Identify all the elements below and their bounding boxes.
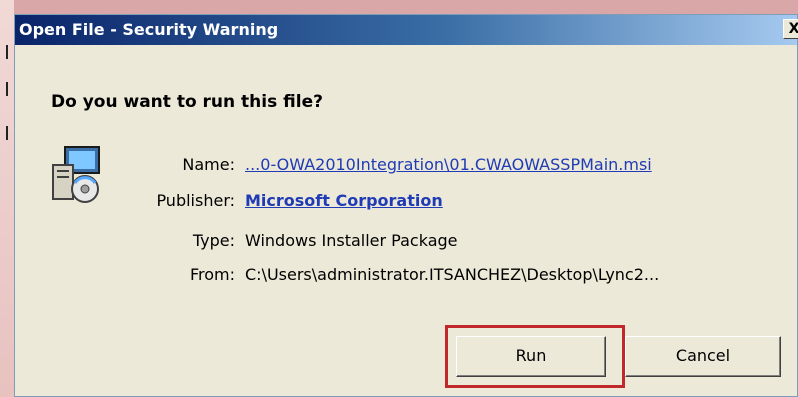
type-value: Windows Installer Package bbox=[245, 231, 458, 250]
run-button[interactable]: Run bbox=[456, 336, 606, 377]
prompt-question: Do you want to run this file? bbox=[51, 92, 323, 112]
from-value: C:\Users\administrator.ITSANCHEZ\Desktop… bbox=[245, 265, 660, 284]
from-label: From: bbox=[189, 265, 235, 284]
title-bar[interactable]: Open File - Security Warning X bbox=[15, 15, 798, 45]
file-name-link[interactable]: ...0-OWA2010Integration\01.CWAOWASSPMain… bbox=[245, 155, 652, 174]
edge-mark bbox=[6, 45, 8, 59]
security-warning-dialog: Open File - Security Warning X Do you wa… bbox=[14, 14, 798, 397]
window-title: Open File - Security Warning bbox=[19, 20, 279, 39]
type-label: Type: bbox=[192, 231, 235, 250]
edge-mark bbox=[6, 82, 8, 96]
edge-mark bbox=[6, 126, 8, 140]
background-strip bbox=[0, 0, 14, 397]
close-button[interactable]: X bbox=[783, 19, 798, 39]
publisher-label: Publisher: bbox=[156, 191, 235, 210]
name-label: Name: bbox=[182, 155, 235, 174]
cancel-button[interactable]: Cancel bbox=[625, 336, 781, 377]
publisher-link[interactable]: Microsoft Corporation bbox=[245, 191, 443, 210]
